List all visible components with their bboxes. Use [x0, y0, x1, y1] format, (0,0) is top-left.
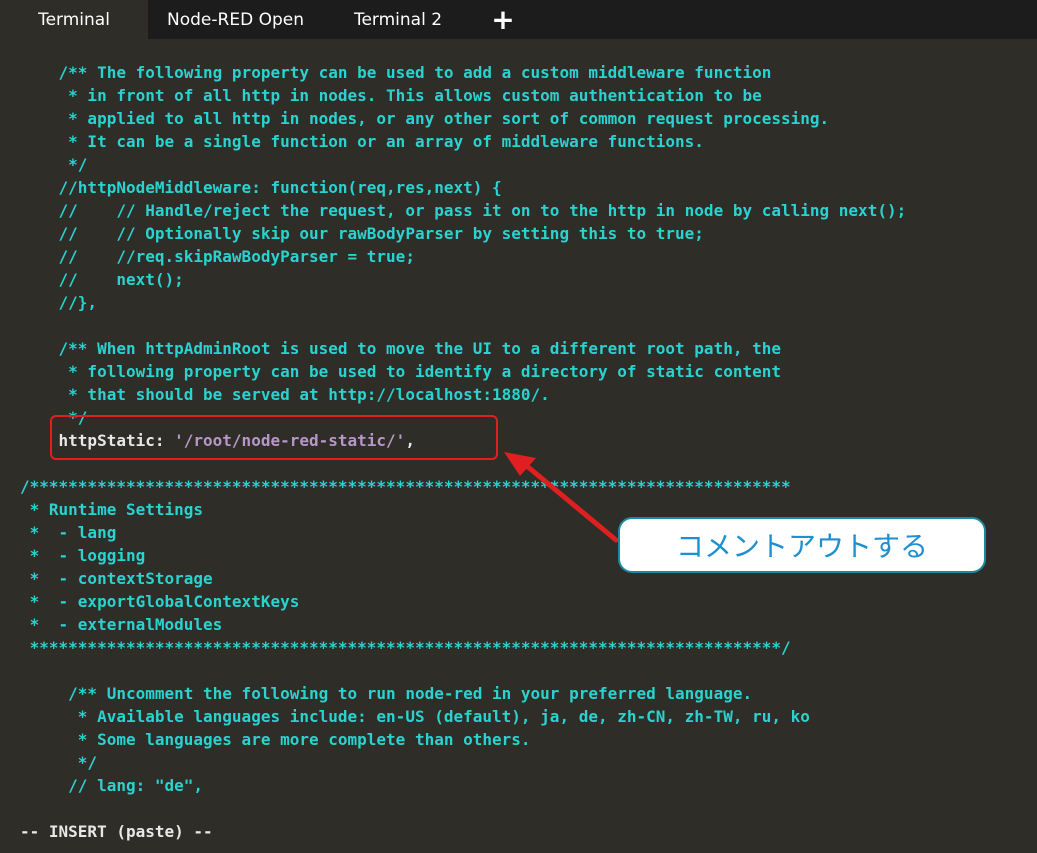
tab-label: Terminal — [38, 9, 110, 30]
code-line: * - logging — [20, 544, 146, 567]
code-token: /** When httpAdminRoot is used to move t… — [20, 339, 781, 358]
code-token: * in front of all http in nodes. This al… — [20, 86, 762, 105]
code-line: * - lang — [20, 521, 117, 544]
code-token: * following property can be used to iden… — [20, 362, 781, 381]
code-token: // next(); — [20, 270, 184, 289]
code-line: /** The following property can be used t… — [20, 61, 772, 84]
code-token: /** The following property can be used t… — [20, 63, 772, 82]
code-line: * following property can be used to iden… — [20, 360, 781, 383]
code-token: //}, — [20, 293, 98, 312]
code-line: * Runtime Settings — [20, 498, 203, 521]
code-token: * applied to all http in nodes, or any o… — [20, 109, 830, 128]
code-token: * - externalModules — [20, 615, 223, 634]
code-line: * in front of all http in nodes. This al… — [20, 84, 762, 107]
code-token: // lang: "de", — [20, 776, 204, 795]
code-token: //httpNodeMiddleware: function(req,res,n… — [20, 178, 502, 197]
tab-bar: Terminal Node-RED Open Terminal 2 + — [0, 0, 1037, 39]
add-tab-icon[interactable]: + — [483, 0, 523, 39]
callout-text: コメントアウトする — [675, 530, 928, 563]
code-token: * - contextStorage — [20, 569, 213, 588]
code-token: * Available languages include: en-US (de… — [20, 707, 810, 726]
tab-terminal[interactable]: Terminal — [0, 0, 148, 39]
code-token: */ — [20, 155, 88, 174]
code-line: * applied to all http in nodes, or any o… — [20, 107, 829, 130]
code-line: /** Uncomment the following to run node-… — [20, 682, 752, 705]
code-token: * - logging — [20, 546, 146, 565]
code-line: */ — [20, 153, 87, 176]
code-line: // // Handle/reject the request, or pass… — [20, 199, 907, 222]
highlight-box — [50, 415, 498, 460]
tab-label: Node-RED Open — [167, 9, 304, 30]
code-token: * Runtime Settings — [20, 500, 204, 519]
code-token: /***************************************… — [20, 477, 791, 496]
code-token: // //req.skipRawBodyParser = true; — [20, 247, 415, 266]
code-token: * that should be served at http://localh… — [20, 385, 550, 404]
code-line: /** When httpAdminRoot is used to move t… — [20, 337, 781, 360]
code-line: * - exportGlobalContextKeys — [20, 590, 300, 613]
tab-label: Terminal 2 — [353, 9, 443, 30]
code-line: // next(); — [20, 268, 184, 291]
code-token: -- INSERT (paste) -- — [20, 822, 213, 841]
code-line: * Available languages include: en-US (de… — [20, 705, 810, 728]
code-line: * Some languages are more complete than … — [20, 728, 531, 751]
code-line: // lang: "de", — [20, 774, 203, 797]
code-line: // // Optionally skip our rawBodyParser … — [20, 222, 704, 245]
code-token: * Some languages are more complete than … — [20, 730, 531, 749]
annotation-callout: コメントアウトする — [618, 517, 986, 573]
code-token: // // Optionally skip our rawBodyParser … — [20, 224, 704, 243]
code-line: //httpNodeMiddleware: function(req,res,n… — [20, 176, 502, 199]
code-line: */ — [20, 751, 97, 774]
tab-node-red-open[interactable]: Node-RED Open — [148, 0, 323, 39]
code-token: */ — [20, 753, 98, 772]
code-line: -- INSERT (paste) -- — [20, 820, 213, 843]
code-line: * that should be served at http://localh… — [20, 383, 550, 406]
code-token: ****************************************… — [20, 638, 791, 657]
code-line: * - externalModules — [20, 613, 223, 636]
tab-terminal-2[interactable]: Terminal 2 — [323, 0, 473, 39]
code-line: //}, — [20, 291, 98, 314]
code-line: * It can be a single function or an arra… — [20, 130, 704, 153]
code-line: * - contextStorage — [20, 567, 213, 590]
code-token: * - exportGlobalContextKeys — [20, 592, 300, 611]
code-token: * - lang — [20, 523, 117, 542]
code-line: ****************************************… — [20, 636, 791, 659]
code-token: /** Uncomment the following to run node-… — [20, 684, 753, 703]
code-line: // //req.skipRawBodyParser = true; — [20, 245, 415, 268]
code-token: * It can be a single function or an arra… — [20, 132, 704, 151]
code-line: /***************************************… — [20, 475, 791, 498]
code-token: // // Handle/reject the request, or pass… — [20, 201, 907, 220]
